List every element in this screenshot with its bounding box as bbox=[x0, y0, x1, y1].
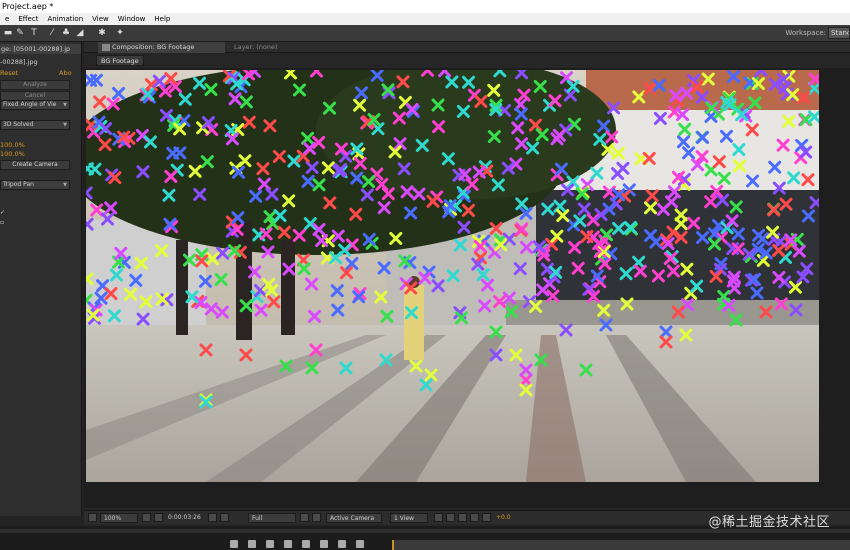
checkbox-icon[interactable]: ▫ bbox=[0, 220, 6, 226]
tree-trunk bbox=[281, 240, 295, 335]
timeline-control-icon[interactable] bbox=[248, 540, 256, 548]
shot-type-value: Fixed Angle of Vie bbox=[3, 101, 57, 108]
timeline-control-icon[interactable] bbox=[356, 540, 364, 548]
after-effects-window: Project.aep * e Effect Animation View Wi… bbox=[0, 0, 850, 550]
clone-stamp-icon[interactable]: ♣ bbox=[60, 27, 72, 39]
layer-tab[interactable]: Layer: (none) bbox=[234, 42, 278, 53]
menu-item-window[interactable]: Window bbox=[113, 13, 150, 25]
menu-item-effect[interactable]: Effect bbox=[13, 13, 42, 25]
footage-breadcrumb[interactable]: BG Footage bbox=[96, 55, 144, 66]
chevron-down-icon: ▼ bbox=[63, 182, 67, 188]
timeline-control-icon[interactable] bbox=[266, 540, 274, 548]
workspace-label: Workspace: bbox=[785, 29, 826, 37]
menu-item-edit[interactable]: e bbox=[0, 13, 13, 25]
resolution-select[interactable]: Full bbox=[248, 513, 296, 523]
solve-mode-value: Tripod Pan bbox=[3, 181, 34, 188]
pen-tool-icon[interactable]: ✎ bbox=[14, 27, 26, 39]
chevron-down-icon: ▼ bbox=[63, 102, 67, 108]
tools-toolbar: ▬ ✎ T ⁄ ♣ ◢ ✱ ✦ Workspace: Standard bbox=[0, 25, 850, 42]
analyze-button[interactable]: Analyze bbox=[0, 80, 70, 90]
menu-item-animation[interactable]: Animation bbox=[42, 13, 87, 25]
timeline-control-icon[interactable] bbox=[230, 540, 238, 548]
percent-value-1[interactable]: 100.0% bbox=[0, 141, 25, 149]
layer-name: -00288].jpg bbox=[0, 58, 38, 66]
tree-trunk bbox=[176, 240, 188, 335]
timeline-ruler[interactable] bbox=[392, 540, 850, 550]
checkmark-icon[interactable]: ✓ bbox=[0, 210, 6, 216]
safe-zones-icon[interactable] bbox=[142, 513, 151, 522]
about-link[interactable]: Abo bbox=[59, 69, 72, 77]
timeline-control-icon[interactable] bbox=[302, 540, 310, 548]
view-layout-select[interactable]: 1 View bbox=[390, 513, 428, 523]
fast-previews-icon[interactable] bbox=[446, 513, 455, 522]
window-title: Project.aep * bbox=[2, 2, 54, 11]
timeline-controls bbox=[230, 540, 364, 550]
solve-method-select[interactable]: 3D Solved ▼ bbox=[0, 120, 70, 130]
solve-mode-select[interactable]: Tripod Pan ▼ bbox=[0, 180, 70, 190]
percent-value-2[interactable]: 100.0% bbox=[0, 150, 25, 158]
timeline-control-icon[interactable] bbox=[338, 540, 346, 548]
timecode-display[interactable]: 0:00:03:26 bbox=[168, 513, 201, 523]
region-of-interest-icon[interactable] bbox=[300, 513, 309, 522]
timeline-control-icon[interactable] bbox=[284, 540, 292, 548]
timeline-icon[interactable] bbox=[458, 513, 467, 522]
reset-link[interactable]: Reset bbox=[0, 69, 18, 77]
snapshot-icon[interactable] bbox=[208, 513, 217, 522]
flowchart-icon[interactable] bbox=[470, 513, 479, 522]
composition-icon bbox=[102, 44, 110, 51]
exposure-value[interactable]: +0.0 bbox=[496, 513, 511, 523]
composition-tab[interactable]: Composition: BG Footage bbox=[98, 42, 225, 53]
eraser-tool-icon[interactable]: ◢ bbox=[74, 27, 86, 39]
transparency-grid-icon[interactable] bbox=[312, 513, 321, 522]
workspace-select[interactable]: Standard bbox=[828, 27, 850, 39]
zoom-select[interactable]: 100% bbox=[100, 513, 138, 523]
title-bar: Project.aep * bbox=[0, 0, 850, 13]
menu-item-view[interactable]: View bbox=[87, 13, 113, 25]
mask-icon[interactable] bbox=[154, 513, 163, 522]
effect-controls-tab[interactable]: ge: [05001-00288].jp bbox=[0, 44, 81, 54]
menu-item-help[interactable]: Help bbox=[149, 13, 174, 25]
composition-viewer[interactable] bbox=[84, 68, 850, 508]
composition-tab-label: Composition: BG Footage bbox=[112, 43, 195, 51]
selection-tool-icon[interactable]: ▬ bbox=[2, 27, 14, 39]
footage-frame bbox=[86, 70, 819, 482]
solve-method-value: 3D Solved bbox=[3, 121, 34, 128]
watermark-text: @稀土掘金技术社区 bbox=[708, 515, 830, 530]
effect-controls-panel: ge: [05001-00288].jp -00288].jpg Reset A… bbox=[0, 42, 82, 516]
puppet-pin-icon[interactable]: ✦ bbox=[114, 27, 126, 39]
type-tool-icon[interactable]: T bbox=[28, 27, 40, 39]
create-camera-button[interactable]: Create Camera bbox=[0, 160, 70, 170]
exposure-reset-icon[interactable] bbox=[482, 513, 491, 522]
always-preview-icon[interactable] bbox=[88, 513, 97, 522]
tree-trunk bbox=[236, 220, 252, 340]
camera-select[interactable]: Active Camera bbox=[326, 513, 382, 523]
composition-panel: Composition: BG Footage Layer: (none) BG… bbox=[84, 42, 850, 526]
show-channel-icon[interactable] bbox=[220, 513, 229, 522]
roto-brush-icon[interactable]: ✱ bbox=[96, 27, 108, 39]
brush-tool-icon[interactable]: ⁄ bbox=[46, 27, 58, 39]
toggle-pixel-aspect-icon[interactable] bbox=[434, 513, 443, 522]
person bbox=[404, 285, 424, 360]
chevron-down-icon: ▼ bbox=[63, 122, 67, 128]
menu-bar: e Effect Animation View Window Help bbox=[0, 13, 850, 25]
timeline-control-icon[interactable] bbox=[320, 540, 328, 548]
shot-type-select[interactable]: Fixed Angle of Vie ▼ bbox=[0, 100, 70, 110]
composition-tab-bar: Composition: BG Footage Layer: (none) bbox=[84, 42, 850, 53]
